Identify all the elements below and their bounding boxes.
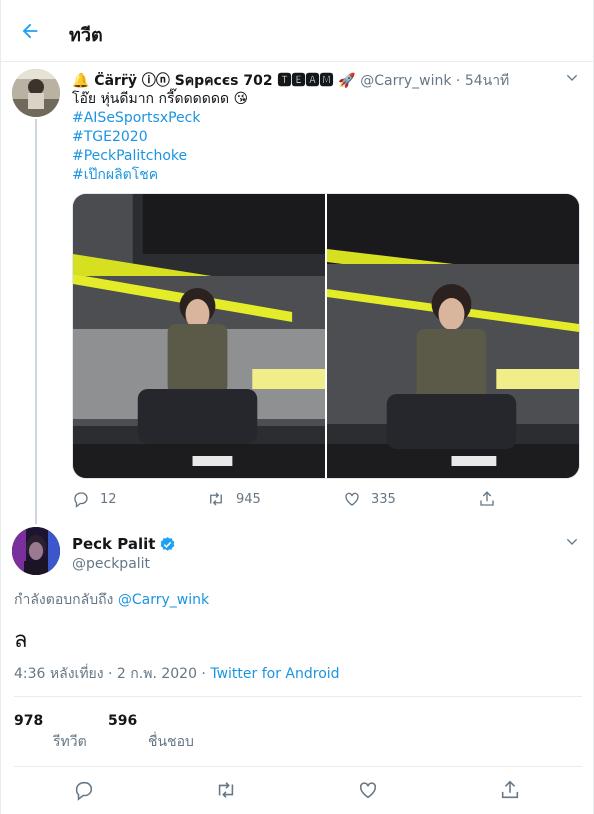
chevron-down-icon xyxy=(566,74,578,81)
photo-right[interactable] xyxy=(327,194,579,479)
share-icon xyxy=(501,780,519,799)
like-count: 596 xyxy=(108,713,138,729)
retweet-count: 945 xyxy=(236,491,261,507)
tweet-page: ทวีต 🔔 C̈ärr̈ÿ ⓘⓝ Sคpคcєs 702 🆃🅴🅰🅼 🚀 @Ca… xyxy=(0,0,594,814)
chevron-down-icon xyxy=(566,538,578,545)
divider xyxy=(14,696,582,697)
thread-line xyxy=(35,119,37,524)
photo-left[interactable] xyxy=(73,194,325,479)
like-button[interactable]: 335 xyxy=(343,490,396,508)
replying-to-handle[interactable]: @Carry_wink xyxy=(118,592,209,608)
like-label: ชื่นชอบ xyxy=(148,734,194,750)
share-button[interactable] xyxy=(498,778,522,802)
avatar[interactable] xyxy=(12,527,60,575)
display-name[interactable]: Peck Palit xyxy=(72,535,176,553)
divider xyxy=(14,766,582,767)
display-name[interactable]: 🔔 C̈ärr̈ÿ ⓘⓝ Sคpคcєs 702 🆃🅴🅰🅼 🚀 xyxy=(72,73,356,89)
tweet-text: โอ๊ย หุ่นดีมาก กรี๊ดดดดดด 😘 #AISeSportsx… xyxy=(72,90,248,185)
like-stat[interactable]: 596 ชื่นชอบ xyxy=(108,713,194,753)
parent-tweet[interactable]: 🔔 C̈ärr̈ÿ ⓘⓝ Sคpคcєs 702 🆃🅴🅰🅼 🚀 @Carry_w… xyxy=(1,62,594,524)
avatar-image xyxy=(12,69,60,117)
timestamp[interactable]: 54นาที xyxy=(465,73,509,89)
replying-to: กำลังตอบกลับถึง @Carry_wink xyxy=(14,589,209,611)
reply-icon xyxy=(75,781,93,801)
retweet-label: รีทวีต xyxy=(53,734,87,750)
hashtag-link[interactable]: #เป๊กผลิตโชค xyxy=(72,166,248,185)
timestamp[interactable]: 4:36 หลังเที่ยง · 2 ก.พ. 2020 · xyxy=(14,666,206,682)
avatar-image xyxy=(12,527,60,575)
verified-badge-icon xyxy=(161,536,175,551)
reply-button[interactable]: 12 xyxy=(72,490,117,508)
more-options-button[interactable] xyxy=(564,534,580,554)
heart-icon xyxy=(359,782,377,799)
hashtag-link[interactable]: #TGE2020 xyxy=(72,128,248,147)
header-bar: ทวีต xyxy=(1,0,594,62)
tweet-meta: 4:36 หลังเที่ยง · 2 ก.พ. 2020 · Twitter … xyxy=(14,663,340,685)
retweet-count: 978 xyxy=(14,713,44,729)
tweet-header: 🔔 C̈ärr̈ÿ ⓘⓝ Sคpคcєs 702 🆃🅴🅰🅼 🚀 @Carry_w… xyxy=(72,70,509,92)
hashtag-link[interactable]: #AISeSportsxPeck xyxy=(72,109,248,128)
replying-to-label: กำลังตอบกลับถึง xyxy=(14,592,114,608)
retweet-button[interactable]: 945 xyxy=(206,490,261,508)
hashtag-link[interactable]: #PeckPalitchoke xyxy=(72,147,248,166)
media-grid xyxy=(72,193,580,479)
heart-icon xyxy=(345,492,359,506)
reply-icon xyxy=(74,492,88,508)
like-button[interactable] xyxy=(356,778,380,802)
like-count: 335 xyxy=(371,491,396,507)
retweet-button[interactable] xyxy=(214,778,238,802)
avatar[interactable] xyxy=(12,69,60,117)
retweet-stat[interactable]: 978 รีทวีต xyxy=(14,713,87,753)
tweet-actions: 12 945 335 xyxy=(72,490,512,510)
handle[interactable]: @peckpalit xyxy=(72,556,150,572)
share-icon xyxy=(480,491,494,506)
more-options-button[interactable] xyxy=(564,70,580,90)
tweet-text: ล xyxy=(14,628,28,653)
tweet-actions xyxy=(1,778,594,802)
source-link[interactable]: Twitter for Android xyxy=(210,666,339,682)
display-name-text: Peck Palit xyxy=(72,535,156,553)
reply-button[interactable] xyxy=(72,778,96,802)
handle[interactable]: @Carry_wink xyxy=(360,73,451,89)
arrow-left-icon xyxy=(22,23,38,39)
back-button[interactable] xyxy=(15,16,45,46)
retweet-icon xyxy=(218,782,234,798)
tweet-body: โอ๊ย หุ่นดีมาก กรี๊ดดดดดด 😘 xyxy=(72,91,249,107)
reply-count: 12 xyxy=(100,491,117,507)
retweet-icon xyxy=(210,492,222,506)
page-title: ทวีต xyxy=(69,25,103,46)
share-button[interactable] xyxy=(478,490,496,508)
separator: · xyxy=(455,73,461,89)
